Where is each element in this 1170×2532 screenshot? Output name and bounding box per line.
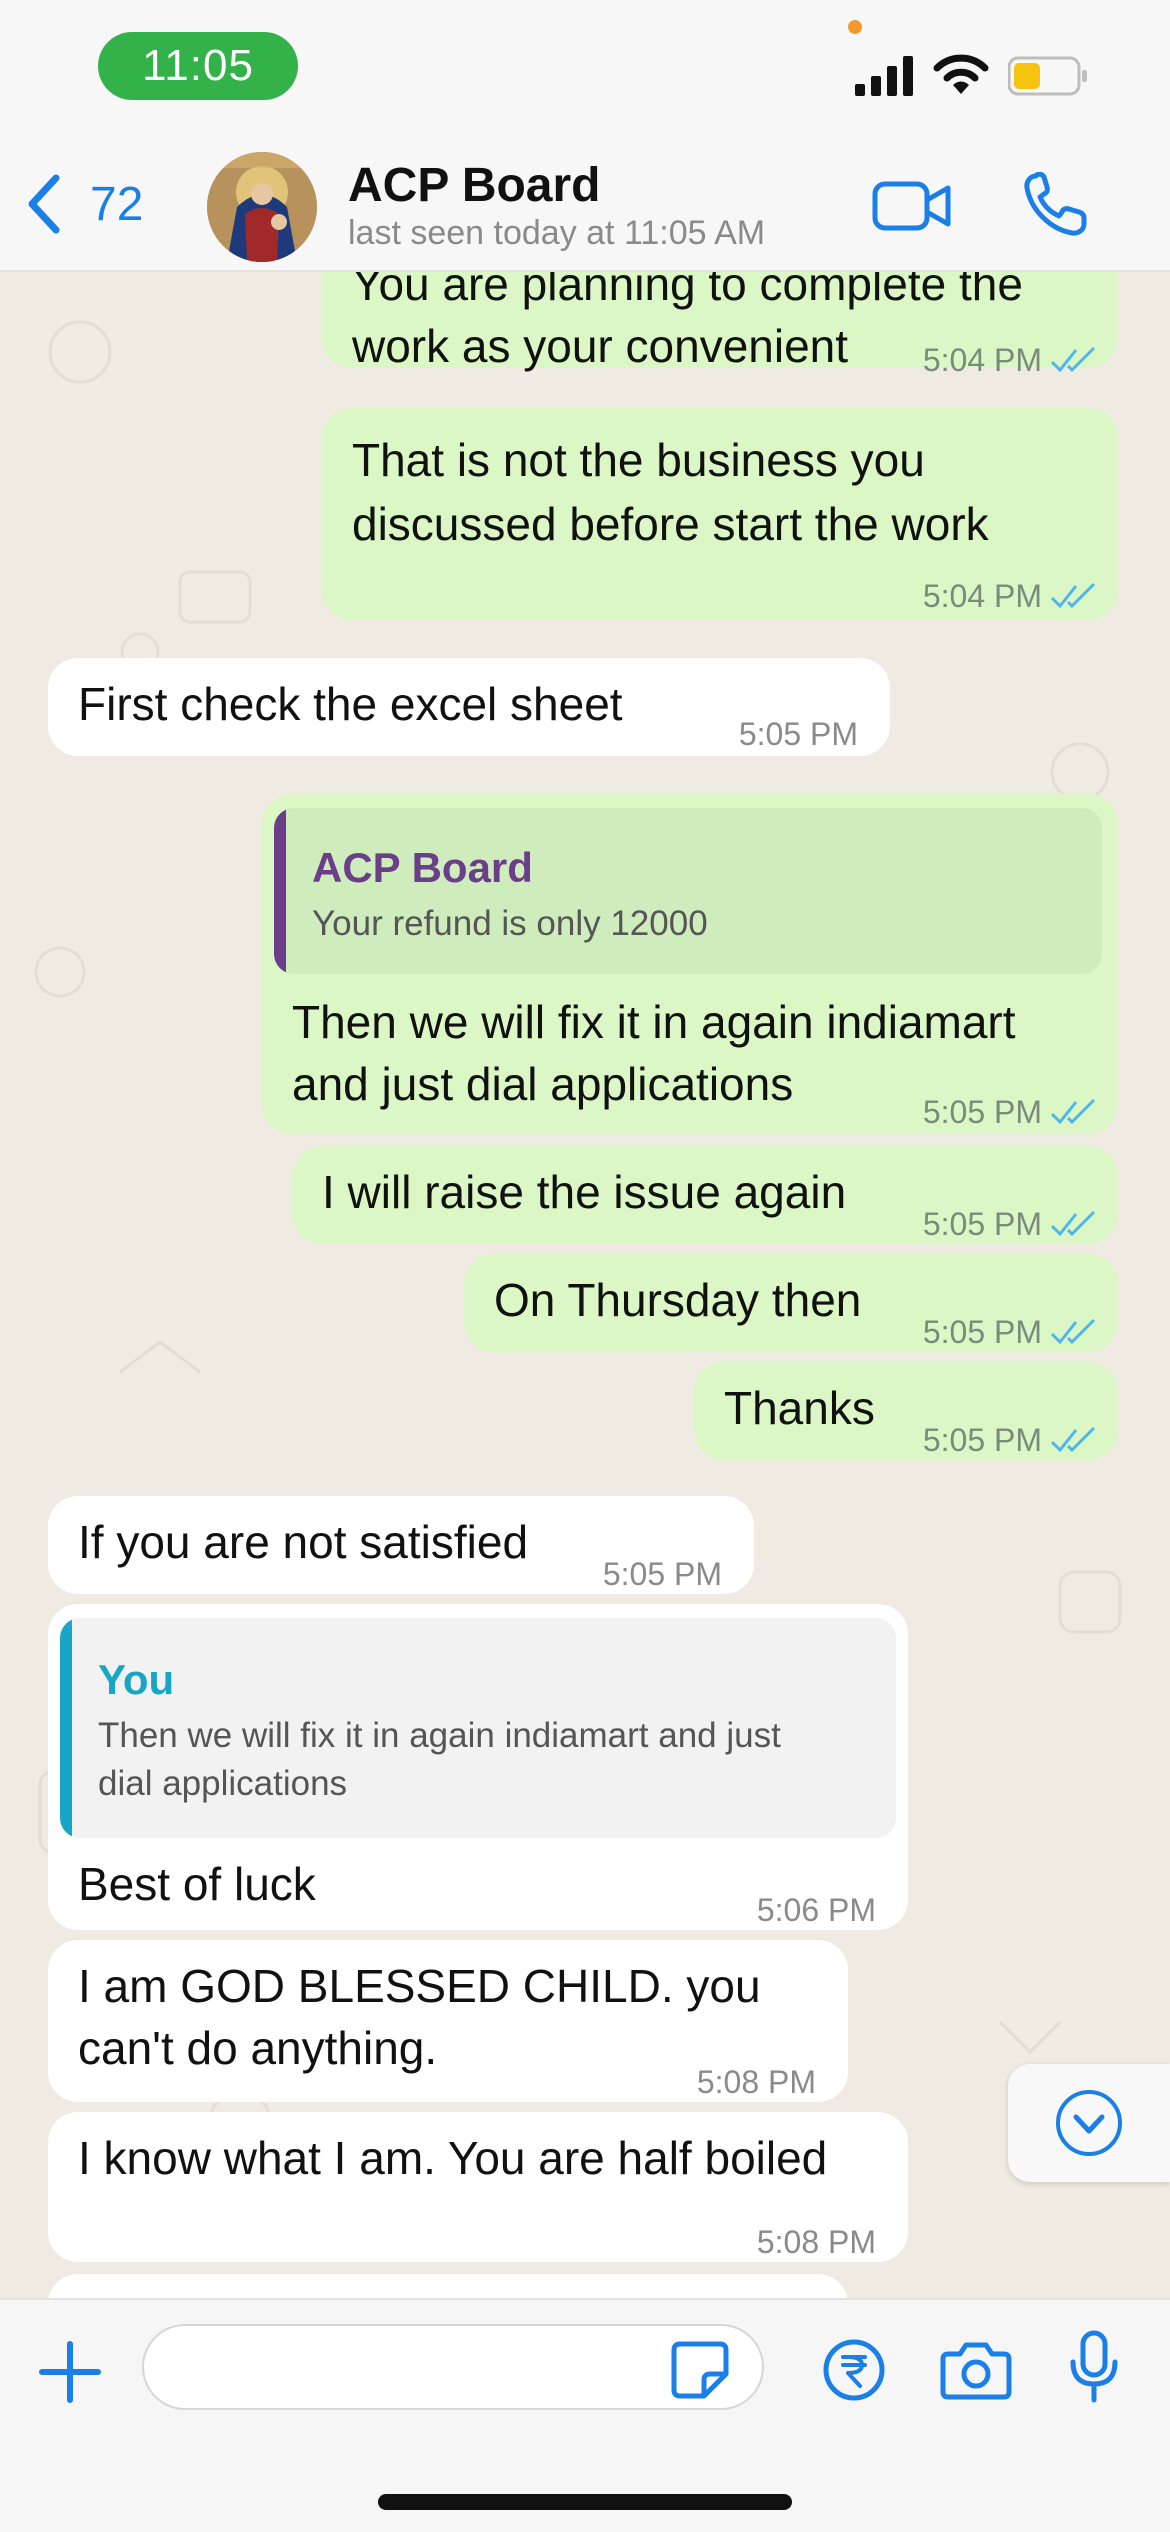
read-receipt-icon — [1050, 1098, 1096, 1125]
message-meta: 5:06 PM — [757, 1878, 876, 1942]
message-outgoing[interactable]: Thanks 5:05 PM — [694, 1362, 1118, 1460]
rupee-icon[interactable] — [822, 2338, 886, 2402]
wifi-icon — [933, 54, 989, 94]
message-meta: 5:05 PM — [923, 1300, 1096, 1364]
message-text: Best of luck — [78, 1858, 316, 1910]
message-incoming[interactable]: You Then we will fix it in again indiama… — [48, 1604, 908, 1930]
quote-bar — [60, 1618, 72, 1838]
message-time: 5:04 PM — [922, 578, 1042, 614]
message-incoming[interactable]: I know what I am. You are half boiled 5:… — [48, 2112, 908, 2262]
message-meta: 5:05 PM — [923, 1080, 1096, 1144]
message-outgoing[interactable]: You are planning to complete the work as… — [322, 272, 1118, 378]
last-seen-status: last seen today at 11:05 AM — [348, 214, 766, 252]
message-text: That is not the business you — [352, 434, 925, 486]
message-meta: 5:04 PM — [923, 328, 1096, 392]
video-camera-icon[interactable] — [872, 178, 952, 234]
message-time: 5:06 PM — [756, 1892, 876, 1928]
quote-text: dial applications — [98, 1764, 348, 1803]
phone-icon[interactable] — [1022, 172, 1088, 238]
back-button[interactable]: 72 — [22, 172, 143, 236]
microphone-icon[interactable] — [1068, 2330, 1120, 2404]
message-list[interactable]: You are planning to complete the work as… — [0, 272, 1170, 2298]
message-text: and just dial applications — [292, 1058, 794, 1110]
message-text: First check the excel sheet — [78, 678, 623, 730]
home-indicator[interactable] — [378, 2494, 792, 2510]
quote-bar — [274, 808, 286, 974]
message-incoming[interactable]: First check the excel sheet 5:05 PM — [48, 658, 890, 756]
message-meta: 5:05 PM — [923, 1408, 1096, 1472]
message-meta: 5:05 PM — [603, 1542, 722, 1606]
message-text: Thanks — [724, 1382, 875, 1434]
unread-count: 72 — [90, 177, 144, 231]
quoted-message[interactable]: ACP Board Your refund is only 12000 — [274, 808, 1102, 974]
status-time-pill[interactable]: 11:05 — [98, 32, 298, 100]
message-meta: 5:05 PM — [739, 702, 858, 766]
message-time: 5:04 PM — [922, 342, 1042, 378]
message-time: 5:08 PM — [696, 2064, 816, 2100]
avatar[interactable] — [207, 152, 317, 262]
cellular-signal-icon — [855, 56, 913, 96]
message-time: 5:05 PM — [922, 1422, 1042, 1458]
chevron-left-icon — [28, 174, 60, 234]
quote-text: Your refund is only 12000 — [312, 904, 708, 943]
message-meta: 5:05 PM — [923, 1192, 1096, 1256]
message-text: If you are not satisfied — [78, 1516, 529, 1568]
plus-icon[interactable] — [38, 2340, 102, 2404]
read-receipt-icon — [1050, 1426, 1096, 1453]
sticker-icon[interactable] — [670, 2340, 730, 2400]
read-receipt-icon — [1050, 1318, 1096, 1345]
message-incoming[interactable] — [48, 2274, 848, 2298]
message-outgoing[interactable]: On Thursday then 5:05 PM — [464, 1254, 1118, 1352]
message-text: You are planning to complete the — [352, 272, 1023, 310]
privacy-indicator-dot — [848, 20, 862, 34]
message-text: I am GOD BLESSED CHILD. you — [78, 1960, 761, 2012]
message-time: 5:05 PM — [922, 1314, 1042, 1350]
message-time: 5:05 PM — [602, 1556, 722, 1592]
quoted-message[interactable]: You Then we will fix it in again indiama… — [60, 1618, 896, 1838]
camera-icon[interactable] — [940, 2340, 1012, 2400]
status-time: 11:05 — [142, 41, 254, 90]
chevron-down-circle-icon — [1056, 2090, 1122, 2156]
message-outgoing[interactable]: That is not the business you discussed b… — [322, 408, 1118, 620]
battery-icon — [1008, 56, 1087, 96]
read-receipt-icon — [1050, 1210, 1096, 1237]
message-text: Then we will fix it in again indiamart — [292, 996, 1016, 1048]
quote-author: ACP Board — [312, 844, 533, 891]
message-incoming[interactable]: If you are not satisfied 5:05 PM — [48, 1496, 754, 1594]
message-meta: 5:08 PM — [697, 2050, 816, 2114]
message-text: I know what I am. You are half boiled — [78, 2132, 828, 2184]
quote-author: You — [98, 1656, 175, 1703]
message-time: 5:05 PM — [922, 1094, 1042, 1130]
message-time: 5:08 PM — [756, 2224, 876, 2260]
message-text: I will raise the issue again — [322, 1166, 847, 1218]
quote-text: Then we will fix it in again indiamart a… — [98, 1716, 781, 1755]
message-time: 5:05 PM — [922, 1206, 1042, 1242]
top-bar: 11:05 72 ACP Board last seen today at 11… — [0, 0, 1170, 272]
scroll-to-bottom-button[interactable] — [1008, 2064, 1170, 2182]
chat-title[interactable]: ACP Board — [348, 158, 601, 213]
message-meta: 5:04 PM — [923, 564, 1096, 628]
message-text: can't do anything. — [78, 2022, 438, 2074]
avatar-image — [207, 152, 317, 262]
message-text: work as your convenient — [352, 320, 849, 372]
message-text: On Thursday then — [494, 1274, 862, 1326]
message-time: 5:05 PM — [738, 716, 858, 752]
message-outgoing[interactable]: I will raise the issue again 5:05 PM — [292, 1146, 1118, 1244]
message-meta: 5:08 PM — [757, 2210, 876, 2274]
read-receipt-icon — [1050, 582, 1096, 609]
message-outgoing[interactable]: ACP Board Your refund is only 12000 Then… — [262, 794, 1118, 1134]
message-text: discussed before start the work — [352, 498, 989, 550]
read-receipt-icon — [1050, 346, 1096, 373]
message-incoming[interactable]: I am GOD BLESSED CHILD. you can't do any… — [48, 1940, 848, 2102]
